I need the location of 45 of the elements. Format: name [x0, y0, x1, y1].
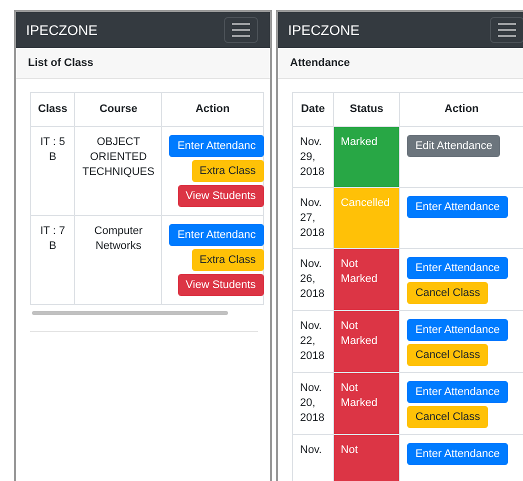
card-title: Attendance: [278, 48, 523, 79]
brand-title: IPECZONE: [288, 22, 360, 38]
action-button[interactable]: Cancel Class: [407, 344, 488, 366]
column-header: Class: [30, 92, 75, 126]
column-header: Date: [292, 92, 334, 126]
scrollbar[interactable]: [32, 311, 228, 315]
action-button[interactable]: Enter Attendance: [407, 443, 508, 465]
menu-button[interactable]: [224, 17, 258, 43]
menu-icon: [232, 23, 250, 37]
status-cell: Not: [333, 434, 400, 481]
menu-icon: [498, 23, 516, 37]
action-button[interactable]: Enter Attendance: [407, 319, 508, 341]
action-button[interactable]: Enter Attendance: [407, 257, 508, 279]
menu-button[interactable]: [490, 17, 523, 43]
brand-title: IPECZONE: [26, 22, 98, 38]
column-header: Action: [162, 92, 264, 126]
card-title: List of Class: [16, 48, 270, 79]
status-cell: Not Marked: [333, 248, 400, 310]
action-button[interactable]: Enter Attendance: [407, 381, 508, 403]
table-cell: OBJECT ORIENTED TECHNIQUES: [74, 126, 162, 216]
action-button[interactable]: Edit Attendance: [407, 135, 500, 157]
action-button[interactable]: View Students: [178, 185, 264, 207]
status-cell: Not Marked: [333, 372, 400, 434]
status-cell: Cancelled: [333, 188, 400, 248]
table-cell: Nov. 27, 2018: [292, 188, 334, 248]
column-header: Course: [74, 92, 162, 126]
table-cell: Nov. 29, 2018: [292, 126, 334, 188]
table-cell: IT : 7 B: [30, 216, 75, 304]
action-button[interactable]: Cancel Class: [407, 406, 488, 428]
table-cell: Nov.: [292, 434, 334, 481]
action-button[interactable]: Cancel Class: [407, 282, 488, 304]
table-cell: Nov. 22, 2018: [292, 310, 334, 372]
table-cell: Nov. 20, 2018: [292, 372, 334, 434]
table-cell: IT : 5 B: [30, 126, 75, 216]
table-cell: Computer Networks: [74, 216, 162, 304]
action-button[interactable]: Enter Attendanc: [169, 224, 264, 246]
column-header: Action: [400, 92, 523, 126]
action-button[interactable]: Extra Class: [192, 160, 264, 182]
status-cell: Not Marked: [333, 310, 400, 372]
action-button[interactable]: View Students: [178, 274, 264, 296]
table-cell: Nov. 26, 2018: [292, 248, 334, 310]
status-cell: Marked: [333, 126, 400, 188]
action-button[interactable]: Extra Class: [192, 249, 264, 271]
action-button[interactable]: Enter Attendanc: [169, 135, 264, 157]
action-button[interactable]: Enter Attendance: [407, 196, 508, 218]
